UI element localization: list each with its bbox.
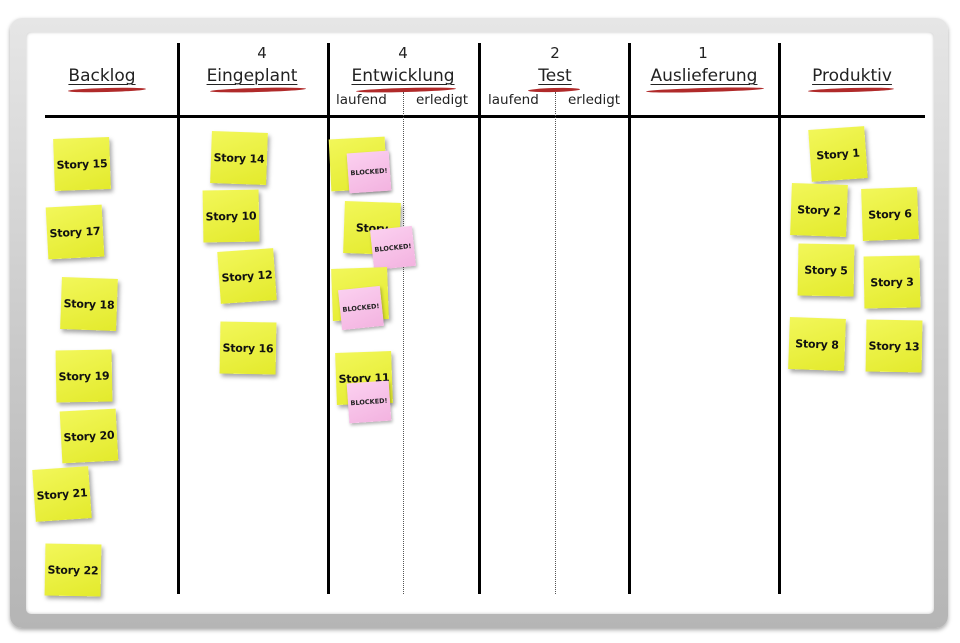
story-card[interactable]: Story 1 [808,126,868,182]
column-title-backlog: Backlog [68,66,136,86]
column-divider [177,43,180,594]
story-card[interactable]: Story 22 [44,543,102,597]
story-card[interactable]: Story 17 [45,204,105,260]
story-card[interactable]: Story 3 [863,255,921,309]
story-card[interactable]: Story 5 [797,243,855,297]
blocked-marker[interactable]: BLOCKED! [346,380,392,424]
story-card[interactable]: Story 15 [53,137,111,191]
blocked-marker[interactable]: BLOCKED! [338,285,384,331]
story-card[interactable]: Story 6 [861,187,919,241]
column-title-produktiv: Produktiv [812,66,892,86]
story-card[interactable]: Story 12 [217,248,277,304]
story-card[interactable]: Story 16 [219,321,277,375]
column-divider [478,43,481,594]
wip-limit-entwicklung: 4 [398,44,408,62]
column-divider [628,43,631,594]
column-divider [327,43,330,594]
subcolumn-label-erledigt: erledigt [416,92,469,108]
subcolumn-divider-entwicklung [403,92,404,594]
wip-limit-eingeplant: 4 [257,44,267,62]
column-title-eingeplant: Eingeplant [206,66,298,86]
story-card[interactable]: Story 10 [202,189,260,243]
blocked-marker[interactable]: BLOCKED! [370,225,416,271]
subcolumn-label-laufend: laufend [336,92,387,108]
story-card[interactable]: Story 20 [59,408,119,464]
story-card[interactable]: Story 13 [865,319,923,373]
story-card[interactable]: Story 18 [60,277,118,331]
wip-limit-auslieferung: 1 [698,44,708,62]
story-card[interactable]: Story 14 [210,131,268,185]
column-title-auslieferung: Auslieferung [650,66,758,86]
story-card[interactable]: Story 2 [790,183,848,237]
story-card[interactable]: Story 8 [788,317,846,371]
column-title-entwicklung: Entwicklung [351,66,455,86]
story-card[interactable]: Story 19 [55,349,113,403]
subcolumn-label-erledigt: erledigt [568,92,621,108]
subcolumn-label-laufend: laufend [488,92,539,108]
wip-limit-test: 2 [550,44,560,62]
column-title-test: Test [538,66,572,86]
column-divider [778,43,781,594]
header-divider [45,115,925,118]
subcolumn-divider-test [555,92,556,594]
blocked-marker[interactable]: BLOCKED! [346,150,392,194]
story-card[interactable]: Story 21 [32,466,92,522]
